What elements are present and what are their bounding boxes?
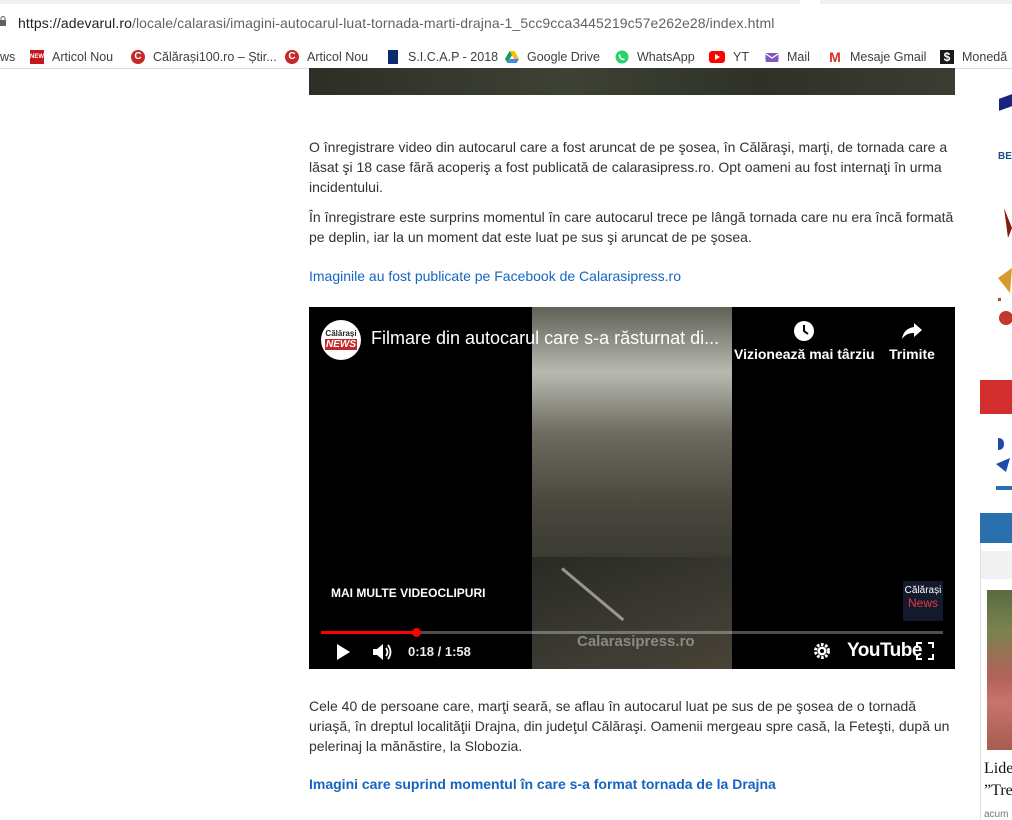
sidebar-ad-image[interactable] [990, 208, 1012, 338]
watch-later-button[interactable]: Vizionează mai târziu [734, 320, 875, 362]
bookmark-moneda[interactable]: $ Monedă [940, 48, 1007, 66]
bookmark-articol-nou-2[interactable]: C Articol Nou [285, 48, 368, 66]
progress-played [321, 631, 416, 634]
url-path: /locale/calarasi/imagini-autocarul-luat-… [131, 15, 775, 31]
watermark-logo-news: News [907, 596, 938, 610]
sidebar-card-header [981, 551, 1012, 579]
sidebar-ad-text: BE [998, 151, 1012, 162]
gmail-icon: M [829, 49, 841, 65]
mail-icon [765, 53, 779, 62]
sidebar-ad-red-banner[interactable] [980, 380, 1012, 414]
video-watermark-text: Calarasipress.ro [577, 633, 695, 650]
calarasi100-icon: C [131, 50, 145, 64]
bookmark-yt[interactable]: YT [709, 48, 749, 66]
news-icon: NEWS [30, 50, 48, 64]
more-videos-button[interactable]: MAI MULTE VIDEOCLIPURI [331, 586, 485, 600]
bookmark-label: Mesaje Gmail [850, 50, 927, 64]
time-display: 0:18 / 1:58 [408, 644, 471, 659]
bookmark-label: Mail [787, 50, 810, 64]
url-text[interactable]: https://adevarul.ro/locale/calarasi/imag… [18, 15, 774, 31]
video-title[interactable]: Filmare din autocarul care s-a răsturnat… [371, 328, 719, 349]
lock-icon [0, 16, 6, 26]
bookmark-gmail[interactable]: M Mesaje Gmail [828, 48, 926, 66]
bookmarks-bar: ws NEWS Articol Nou C Călărași100.ro – Ș… [0, 44, 1012, 69]
volume-icon[interactable] [372, 642, 394, 662]
bookmark-label: ws [0, 50, 16, 64]
youtube-video-player[interactable]: Călărași NEWS Filmare din autocarul care… [309, 307, 955, 669]
bookmark-label: Articol Nou [52, 50, 114, 64]
settings-gear-icon[interactable] [813, 642, 831, 660]
youtube-icon [709, 51, 725, 63]
tab-strip-right [820, 0, 1012, 4]
calarasi100-icon: C [285, 50, 299, 64]
dollar-icon: $ [940, 50, 954, 64]
watch-later-label: Vizionează mai târziu [734, 346, 875, 362]
youtube-logo[interactable]: YouTube [847, 640, 922, 662]
sidebar-article-card[interactable]: Lide ”Tre acum [980, 543, 1012, 820]
sidebar-ad-banner[interactable] [985, 74, 1012, 114]
sidebar-card-meta: acum [984, 809, 1009, 820]
bookmark-label: Articol Nou [307, 50, 369, 64]
bookmark-label: S.I.C.A.P - 2018 [408, 50, 499, 64]
clock-icon [794, 321, 815, 341]
bookmark-calarasi100[interactable]: C Călărași100.ro – Știr... [131, 48, 277, 66]
sidebar-blue-banner[interactable] [980, 513, 1012, 543]
tornado-video-link[interactable]: Imagini care suprind momentul în care s-… [309, 776, 776, 792]
fullscreen-icon[interactable] [916, 642, 934, 660]
progress-scrubber[interactable] [412, 628, 421, 637]
bookmark-sicap[interactable]: S.I.C.A.P - 2018 [386, 48, 498, 66]
share-button[interactable]: Trimite [889, 320, 935, 362]
sicap-icon [388, 50, 398, 64]
bookmark-label: YT [733, 50, 749, 64]
bookmark-whatsapp[interactable]: WhatsApp [615, 48, 695, 66]
share-icon [901, 323, 922, 339]
sidebar-card-title[interactable]: Lide ”Tre [984, 758, 1012, 802]
sidebar-card-image[interactable] [987, 590, 1012, 750]
url-host: https://adevarul.ro [18, 15, 132, 31]
bookmark-ws[interactable]: ws [0, 48, 15, 66]
article-paragraph: Cele 40 de persoane care, marţi seară, s… [309, 698, 950, 754]
sidebar-sponsor-logos [996, 438, 1012, 490]
article-paragraph: În înregistrare este surprins momentul î… [309, 209, 954, 245]
bookmark-label: Google Drive [527, 50, 600, 64]
article-paragraph: O înregistrare video din autocarul care … [309, 139, 948, 195]
whatsapp-icon [615, 50, 629, 64]
video-frame [532, 307, 732, 669]
play-icon[interactable] [335, 642, 351, 662]
channel-avatar[interactable]: Călărași NEWS [321, 320, 361, 360]
share-label: Trimite [889, 346, 935, 362]
tab-strip [0, 0, 800, 4]
channel-logo-news: NEWS [325, 339, 357, 350]
bookmark-mail[interactable]: Mail [765, 48, 810, 66]
bookmark-label: WhatsApp [637, 50, 695, 64]
channel-logo-text: Călărași [325, 329, 357, 338]
right-sidebar: BE Lide ”Tre acum [980, 68, 1012, 820]
address-bar[interactable]: https://adevarul.ro/locale/calarasi/imag… [0, 0, 1012, 45]
article-hero-image [309, 68, 955, 95]
bookmark-articol-nou[interactable]: NEWS Articol Nou [30, 48, 113, 66]
facebook-source-link[interactable]: Imaginile au fost publicate pe Facebook … [309, 268, 681, 284]
bookmark-google-drive[interactable]: Google Drive [505, 48, 600, 66]
bookmark-label: Călărași100.ro – Știr... [153, 50, 277, 64]
bookmark-label: Monedă [962, 50, 1008, 64]
google-drive-icon [505, 51, 519, 63]
channel-watermark[interactable]: Călărași News [903, 581, 943, 621]
